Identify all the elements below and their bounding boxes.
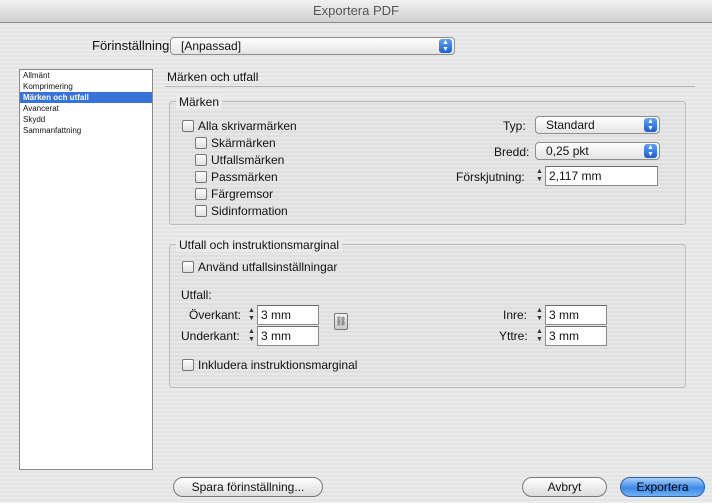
crop-marks-label: Skärmärken	[211, 136, 276, 150]
weight-label: Bredd:	[494, 145, 530, 159]
sidebar-item[interactable]: Märken och utfall	[20, 92, 152, 103]
page-info-checkbox[interactable]	[195, 205, 207, 217]
window-title: Exportera PDF	[0, 0, 712, 23]
sidebar-item[interactable]: Sammanfattning	[20, 125, 152, 136]
bleed-inside-stepper-icon[interactable]: ▲ ▼	[535, 307, 544, 323]
offset-stepper-icon[interactable]: ▲ ▼	[535, 168, 544, 184]
use-doc-bleed-checkbox[interactable]	[182, 261, 194, 273]
preset-value: [Anpassad]	[181, 39, 242, 53]
crop-marks-checkbox[interactable]	[195, 137, 207, 149]
updown-arrows-icon: ▲ ▼	[439, 39, 452, 53]
bleed-top-stepper-icon[interactable]: ▲ ▼	[247, 307, 256, 323]
offset-field[interactable]: 2,117 mm	[545, 166, 658, 186]
bleed-bottom-label: Underkant:	[181, 329, 240, 343]
bleed-bottom-field[interactable]: 3 mm	[257, 326, 319, 346]
all-printer-marks-label: Alla skrivarmärken	[198, 119, 297, 133]
category-sidebar: Allmänt Komprimering Märken och utfall Avan…	[19, 69, 153, 470]
include-slug-checkbox[interactable]	[182, 359, 194, 371]
bleed-inside-field[interactable]: 3 mm	[545, 305, 607, 325]
bleed-heading: Utfall:	[181, 288, 212, 302]
bleed-slug-legend: Utfall och instruktionsmarginal	[176, 238, 343, 252]
weight-dropdown[interactable]: 0,25 pkt ▲ ▼	[535, 142, 660, 160]
registration-marks-label: Passmärken	[211, 170, 278, 184]
page-info-label: Sidinformation	[211, 204, 288, 218]
sidebar-item[interactable]: Allmänt	[20, 70, 152, 81]
category-list: Allmänt Komprimering Märken och utfall Avan…	[20, 70, 152, 136]
sidebar-item[interactable]: Skydd	[20, 114, 152, 125]
updown-arrows-icon: ▲ ▼	[644, 118, 657, 132]
all-printer-marks-checkbox[interactable]	[182, 120, 194, 132]
bleed-marks-label: Utfallsmärken	[211, 153, 285, 167]
bleed-bottom-stepper-icon[interactable]: ▲ ▼	[247, 328, 256, 344]
use-doc-bleed-label: Använd utfallsinställningar	[198, 260, 338, 274]
export-button[interactable]: Exportera	[620, 477, 705, 497]
bleed-outside-label: Yttre:	[499, 329, 528, 343]
panel-title: Märken och utfall	[167, 70, 259, 84]
bleed-outside-field[interactable]: 3 mm	[545, 326, 607, 346]
bleed-marks-checkbox[interactable]	[195, 154, 207, 166]
preset-dropdown[interactable]: [Anpassad] ▲ ▼	[170, 37, 455, 55]
export-pdf-dialog: Exportera PDF Förinställning: [Anpassad]…	[0, 0, 712, 503]
bleed-outside-stepper-icon[interactable]: ▲ ▼	[535, 328, 544, 344]
save-preset-button[interactable]: Spara förinställning...	[173, 477, 323, 497]
marks-legend: Märken	[176, 95, 223, 109]
bleed-top-field[interactable]: 3 mm	[257, 305, 319, 325]
include-slug-label: Inkludera instruktionsmarginal	[198, 358, 358, 372]
chain-link-icon[interactable]: ⛓	[334, 313, 348, 330]
type-value: Standard	[546, 118, 595, 132]
type-dropdown[interactable]: Standard ▲ ▼	[535, 116, 660, 134]
bleed-top-label: Överkant:	[189, 308, 242, 322]
offset-label: Förskjutning:	[456, 170, 525, 184]
updown-arrows-icon: ▲ ▼	[644, 144, 657, 158]
sidebar-item[interactable]: Avancerat	[20, 103, 152, 114]
preset-label: Förinställning:	[92, 38, 173, 53]
color-bars-label: Färgremsor	[211, 187, 274, 201]
cancel-button[interactable]: Avbryt	[522, 477, 607, 497]
registration-marks-checkbox[interactable]	[195, 171, 207, 183]
bleed-inside-label: Inre:	[503, 308, 528, 322]
sidebar-item[interactable]: Komprimering	[20, 81, 152, 92]
type-label: Typ:	[503, 119, 526, 133]
weight-value: 0,25 pkt	[546, 144, 589, 158]
color-bars-checkbox[interactable]	[195, 188, 207, 200]
title-divider	[165, 86, 695, 87]
